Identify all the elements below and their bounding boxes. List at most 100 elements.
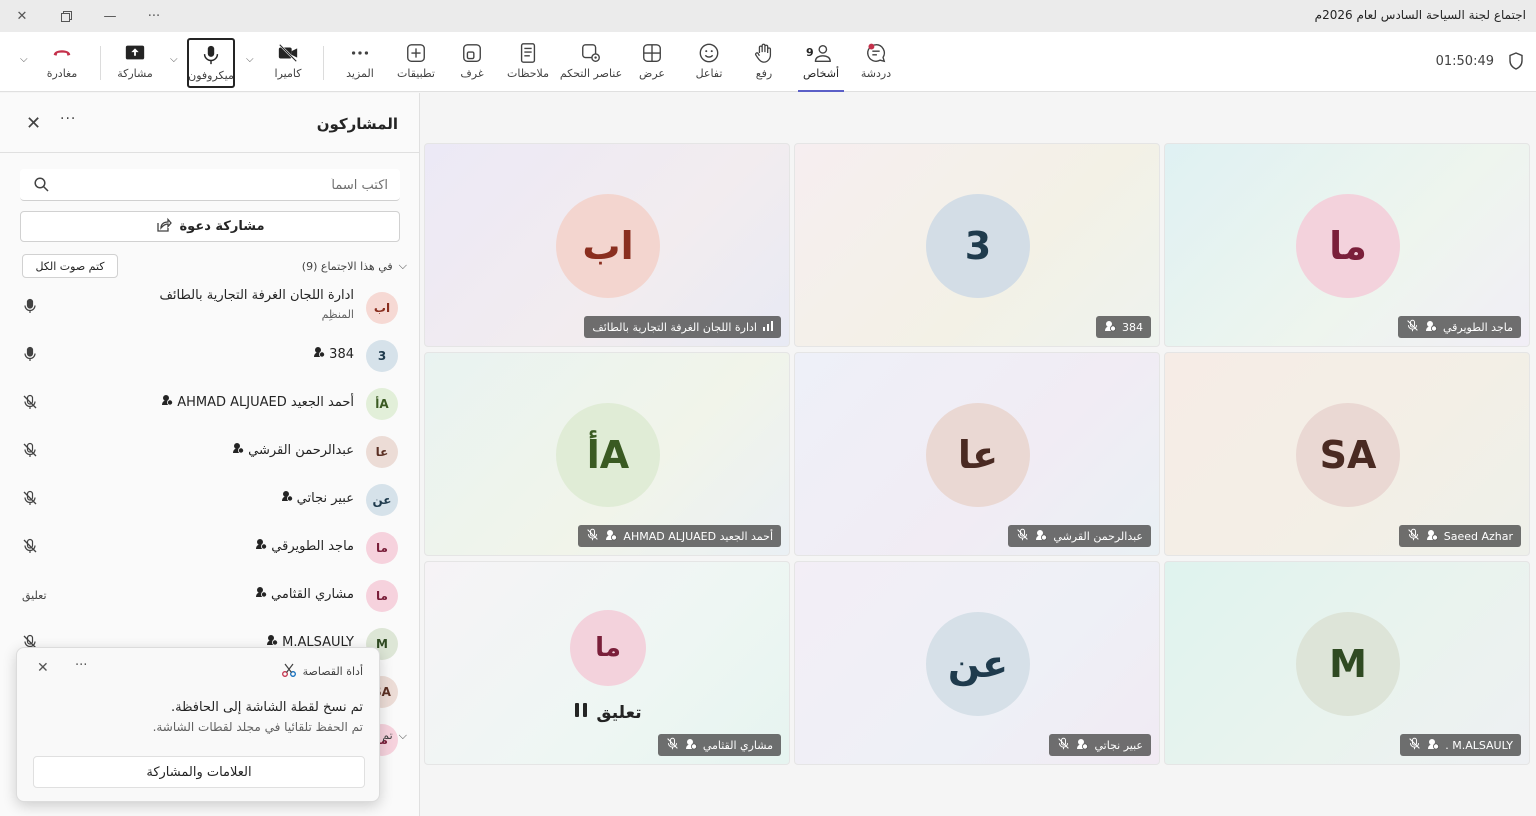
rooms-button[interactable]: غرف <box>456 38 488 88</box>
microphone-icon[interactable] <box>22 298 38 318</box>
video-tile[interactable]: أA أحمد الجعيد AHMAD ALJUAED <box>424 352 790 556</box>
toast-app-header: أداة القصاصة <box>281 662 363 681</box>
microphone-icon[interactable] <box>22 346 38 366</box>
participant-name: ادارة اللجان الغرفة التجارية بالطائف <box>159 288 354 303</box>
tile-avatar: عن <box>926 612 1030 716</box>
tile-avatar: SA <box>1296 403 1400 507</box>
guest-icon <box>1104 320 1116 335</box>
view-button[interactable]: عرض <box>636 38 668 88</box>
video-tile[interactable]: عن عبير نجاتي <box>794 561 1160 765</box>
toast-close-icon[interactable]: ✕ <box>37 660 49 676</box>
microphone-off-icon <box>1057 737 1070 753</box>
participant-name-text: أحمد الجعيد AHMAD ALJUAED <box>177 394 354 410</box>
participant-row[interactable]: عن عبير نجاتي <box>0 476 420 524</box>
markup-share-button[interactable]: العلامات والمشاركة <box>33 756 365 788</box>
video-tile[interactable]: اب ادارة اللجان الغرفة التجارية بالطائف <box>424 143 790 347</box>
tile-name-text: ماجد الطويرقي <box>1443 320 1513 334</box>
microphone-off-icon[interactable] <box>22 538 38 558</box>
view-label: عرض <box>639 67 665 80</box>
video-tile[interactable]: M M.ALSAULY . <box>1164 561 1530 765</box>
raise-hand-button[interactable]: رفع <box>750 38 778 88</box>
notes-label: ملاحظات <box>507 67 549 80</box>
microphone-off-icon[interactable] <box>22 442 38 462</box>
participant-row[interactable]: 3 384 <box>0 332 420 380</box>
guest-icon <box>161 394 174 410</box>
mic-options-chevron-icon[interactable]: ⌵ <box>170 54 178 65</box>
chat-button[interactable]: دردشة <box>858 38 894 88</box>
chevron-down-icon: ⌵ <box>398 729 407 742</box>
tile-name-text: عبدالرحمن القرشي <box>1053 529 1143 543</box>
collapsed-section-header[interactable]: ⌵ تم <box>382 729 407 743</box>
microphone-off-icon[interactable] <box>22 490 38 510</box>
guest-icon <box>281 490 293 506</box>
video-tile[interactable]: ما تعليق مشاري القثامي <box>424 561 790 765</box>
more-options-icon[interactable]: ··· <box>142 6 166 26</box>
search-input[interactable] <box>68 170 388 200</box>
guest-icon <box>1427 738 1440 753</box>
tile-name-label: Saeed Azhar <box>1398 525 1521 547</box>
minimize-window-icon[interactable]: — <box>98 6 122 26</box>
shield-icon[interactable] <box>1508 52 1524 74</box>
camera-options-chevron-icon[interactable]: ⌵ <box>246 54 254 65</box>
panel-title: المشاركون <box>316 115 398 133</box>
participant-status: تعليق <box>22 589 47 602</box>
share-link-icon <box>156 217 172 237</box>
react-button[interactable]: تفاعل <box>692 38 726 88</box>
close-window-icon[interactable]: ✕ <box>10 6 34 26</box>
camera-button[interactable]: كاميرا <box>268 38 308 88</box>
snipping-tool-notification: أداة القصاصة ··· ✕ تم نسخ لقطة الشاشة إل… <box>16 647 380 802</box>
video-tile[interactable]: ما ماجد الطويرقي <box>1164 143 1530 347</box>
microphone-button[interactable]: ميكروفون <box>187 38 235 88</box>
participant-row[interactable]: عا عبدالرحمن القرشي <box>0 428 420 476</box>
share-invite-button[interactable]: مشاركة دعوة <box>20 211 400 242</box>
microphone-off-icon <box>1408 737 1421 753</box>
apps-button[interactable]: تطبيقات <box>394 38 438 88</box>
guest-icon <box>255 538 268 554</box>
video-tile[interactable]: 3 384 <box>794 143 1160 347</box>
participant-row[interactable]: اب ادارة اللجان الغرفة التجارية بالطائف ال… <box>0 284 420 332</box>
leave-options-chevron-icon[interactable]: ⌵ <box>20 54 28 65</box>
camera-off-icon <box>278 43 298 63</box>
participant-name-text: عبدالرحمن القرشي <box>248 442 354 458</box>
window-title: اجتماع لجنة السياحة السادس لعام 2026م <box>1314 8 1526 22</box>
notes-button[interactable]: ملاحظات <box>506 38 550 88</box>
share-button[interactable]: مشاركة <box>114 38 156 88</box>
tile-avatar: M <box>1296 612 1400 716</box>
guest-icon <box>1426 529 1438 544</box>
video-grid: ما ماجد الطويرقي 3 384 اب ادارة اللجان الغرفة… <box>424 143 1532 765</box>
collapsed-section-label: تم <box>382 729 393 742</box>
toast-message: تم نسخ لقطة الشاشة إلى الحافظة. <box>170 700 363 715</box>
search-icon <box>34 177 49 196</box>
panel-more-icon[interactable]: ··· <box>60 111 76 127</box>
microphone-off-icon[interactable] <box>22 394 38 414</box>
restore-window-icon[interactable] <box>54 6 78 26</box>
audio-level-icon <box>763 320 773 334</box>
controls-button[interactable]: عناصر التحكم <box>560 38 622 88</box>
in-meeting-section-header[interactable]: ⌵ في هذا الاجتماع (9) <box>302 259 407 273</box>
more-button[interactable]: المزيد <box>340 38 380 88</box>
tile-avatar: ما <box>1296 194 1400 298</box>
participant-avatar: أA <box>366 388 398 420</box>
tile-name-label: ماجد الطويرقي <box>1398 316 1521 338</box>
participant-row[interactable]: ما ماجد الطويرقي <box>0 524 420 572</box>
leave-button[interactable]: مغادرة <box>44 38 80 88</box>
share-invite-label: مشاركة دعوة <box>179 219 265 234</box>
microphone-icon <box>203 45 219 65</box>
toast-more-icon[interactable]: ··· <box>75 658 87 673</box>
microphone-label: ميكروفون <box>188 69 234 82</box>
people-button[interactable]: أشخاص <box>798 38 844 92</box>
tile-avatar: عا <box>926 403 1030 507</box>
participant-name-text: ماجد الطويرقي <box>271 538 354 554</box>
panel-close-icon[interactable]: ✕ <box>26 113 41 134</box>
raise-hand-icon <box>755 43 772 63</box>
video-tile[interactable]: عا عبدالرحمن القرشي <box>794 352 1160 556</box>
participant-name: مشاري القثامي <box>255 586 354 602</box>
guest-icon <box>605 529 618 544</box>
video-tile[interactable]: SA Saeed Azhar <box>1164 352 1530 556</box>
participant-row[interactable]: ما مشاري القثامي تعليق <box>0 572 420 620</box>
mute-all-button[interactable]: كتم صوت الكل <box>22 254 118 278</box>
guest-icon <box>1076 738 1089 753</box>
participant-row[interactable]: أA أحمد الجعيد AHMAD ALJUAED <box>0 380 420 428</box>
tile-name-label: مشاري القثامي <box>657 734 781 756</box>
participant-name-text: مشاري القثامي <box>271 586 354 602</box>
